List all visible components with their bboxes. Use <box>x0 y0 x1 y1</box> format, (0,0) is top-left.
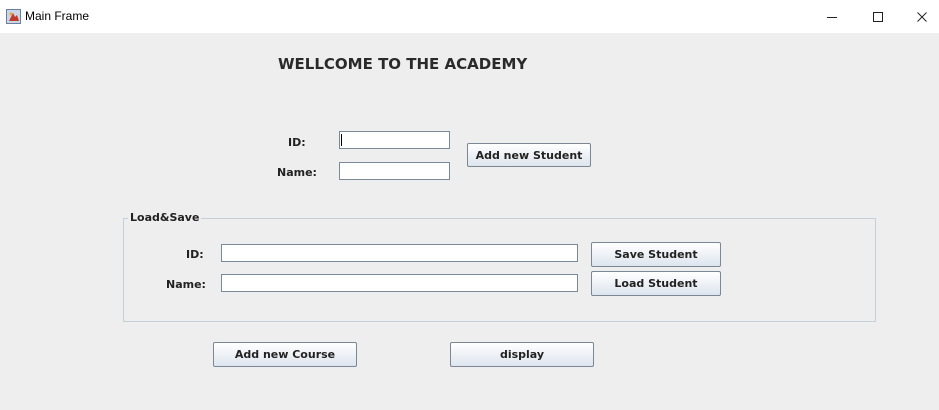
title-bar: Main Frame <box>0 0 939 33</box>
close-button[interactable] <box>899 0 939 33</box>
add-new-course-button[interactable]: Add new Course <box>213 342 357 367</box>
close-icon <box>917 11 927 22</box>
student-id-input[interactable] <box>339 131 450 149</box>
maximize-icon <box>873 11 883 22</box>
student-id-label: ID: <box>288 136 306 149</box>
load-save-panel <box>123 218 876 322</box>
maximize-button[interactable] <box>855 0 901 33</box>
java-app-icon <box>6 9 21 24</box>
save-student-button[interactable]: Save Student <box>591 242 721 267</box>
load-student-button[interactable]: Load Student <box>591 271 721 296</box>
add-new-student-button[interactable]: Add new Student <box>467 143 591 167</box>
load-save-id-label: ID: <box>186 248 204 261</box>
display-button[interactable]: display <box>450 342 594 367</box>
minimize-button[interactable] <box>809 0 855 33</box>
minimize-icon <box>827 16 837 18</box>
page-heading: WELLCOME TO THE ACADEMY <box>278 55 528 73</box>
window-title: Main Frame <box>25 9 90 23</box>
load-save-name-label: Name: <box>166 278 206 291</box>
text-caret <box>341 134 342 146</box>
student-name-input[interactable] <box>339 162 450 180</box>
load-save-name-input[interactable] <box>221 274 578 292</box>
load-save-panel-title: Load&Save <box>128 211 202 224</box>
load-save-id-input[interactable] <box>221 244 578 262</box>
student-name-label: Name: <box>277 166 317 179</box>
